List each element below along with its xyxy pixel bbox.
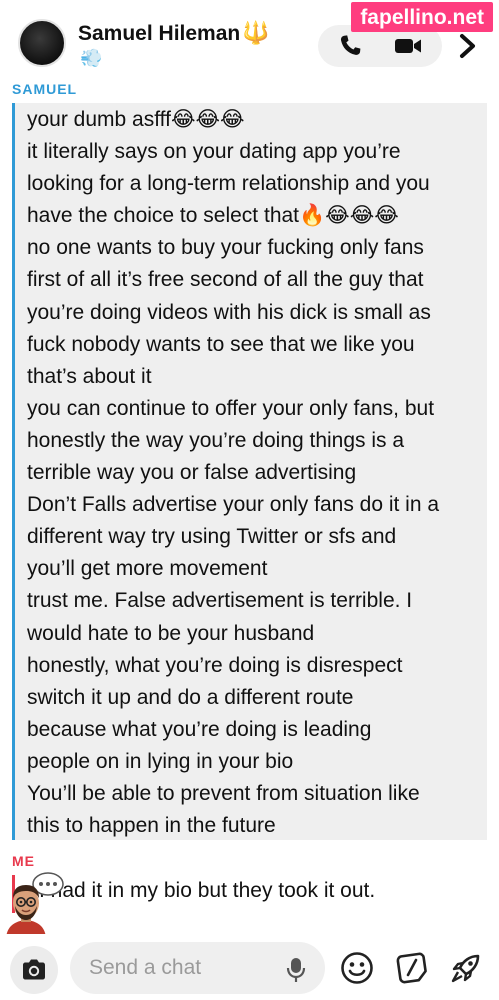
- message-line: no one wants to buy your fucking only fa…: [27, 236, 424, 260]
- message-them[interactable]: your dumb asfff😂😂😂 it literally says on …: [12, 103, 487, 840]
- message-line: this to happen in the future: [27, 814, 276, 838]
- trident-emoji: 🔱: [242, 20, 270, 45]
- message-line: honestly the way you’re doing things is …: [27, 428, 405, 452]
- camera-button[interactable]: [10, 946, 58, 994]
- sticker-button[interactable]: [392, 948, 432, 988]
- status-emoji: 💨: [80, 48, 103, 68]
- video-camera-icon: [395, 39, 421, 53]
- microphone-icon: [286, 958, 306, 982]
- sticker-icon: [396, 952, 427, 984]
- contact-avatar[interactable]: [18, 19, 66, 67]
- message-line: have the choice to select that🔥😂😂😂: [27, 204, 399, 228]
- rocket-icon: [451, 954, 480, 983]
- message-line: fuck nobody wants to see that we like yo…: [27, 332, 415, 356]
- message-line: would hate to be your husband: [27, 621, 315, 645]
- chat-details-button[interactable]: [448, 28, 488, 64]
- message-line: it literally says on your dating app you…: [27, 140, 401, 164]
- composer-bar: [0, 934, 499, 1000]
- watermark: fapellino.net: [351, 2, 493, 32]
- message-line: looking for a long-term relationship and…: [27, 172, 430, 196]
- message-line: different way try using Twitter or sfs a…: [27, 525, 397, 549]
- message-line: because what you’re doing is leading: [27, 717, 372, 741]
- message-line: first of all it’s free second of all the…: [27, 268, 424, 292]
- message-line: honestly, what you’re doing is disrespec…: [27, 653, 403, 677]
- microphone-button[interactable]: [284, 956, 308, 984]
- sender-label-me: ME: [12, 853, 35, 869]
- message-line: terrible way you or false advertising: [27, 461, 357, 485]
- message-line: You’ll be able to prevent from situation…: [27, 781, 420, 805]
- message-line: people on in lying in your bio: [27, 749, 294, 773]
- games-button[interactable]: [446, 948, 486, 988]
- contact-name-text: Samuel Hileman: [78, 22, 241, 45]
- sender-label-them: SAMUEL: [12, 81, 78, 97]
- message-line: you’re doing videos with his dick is sma…: [27, 300, 431, 324]
- emoji-icon: [341, 952, 373, 984]
- emoji-button[interactable]: [337, 948, 377, 988]
- message-line: Don’t Falls advertise your only fans do …: [27, 493, 440, 517]
- message-them-text: your dumb asfff😂😂😂 it literally says on …: [27, 104, 439, 842]
- message-line: you’ll get more movement: [27, 557, 268, 581]
- message-line: your dumb asfff😂😂😂: [27, 108, 245, 131]
- camera-icon: [23, 959, 45, 980]
- chevron-right-icon: [460, 34, 475, 58]
- message-line: that’s about it: [27, 364, 152, 388]
- message-line: trust me. False advertisement is terribl…: [27, 589, 413, 613]
- message-me-text: I had it in my bio but they took it out.: [39, 879, 376, 902]
- phone-icon: [340, 35, 361, 55]
- video-call-button[interactable]: [388, 31, 428, 61]
- contact-name[interactable]: Samuel Hileman🔱: [78, 20, 270, 46]
- message-line: you can continue to offer your only fans…: [27, 396, 435, 420]
- message-me[interactable]: I had it in my bio but they took it out.: [12, 875, 487, 913]
- bitmoji-avatar-icon: [6, 872, 64, 938]
- voice-call-button[interactable]: [330, 31, 370, 61]
- message-line: switch it up and do a different route: [27, 685, 354, 709]
